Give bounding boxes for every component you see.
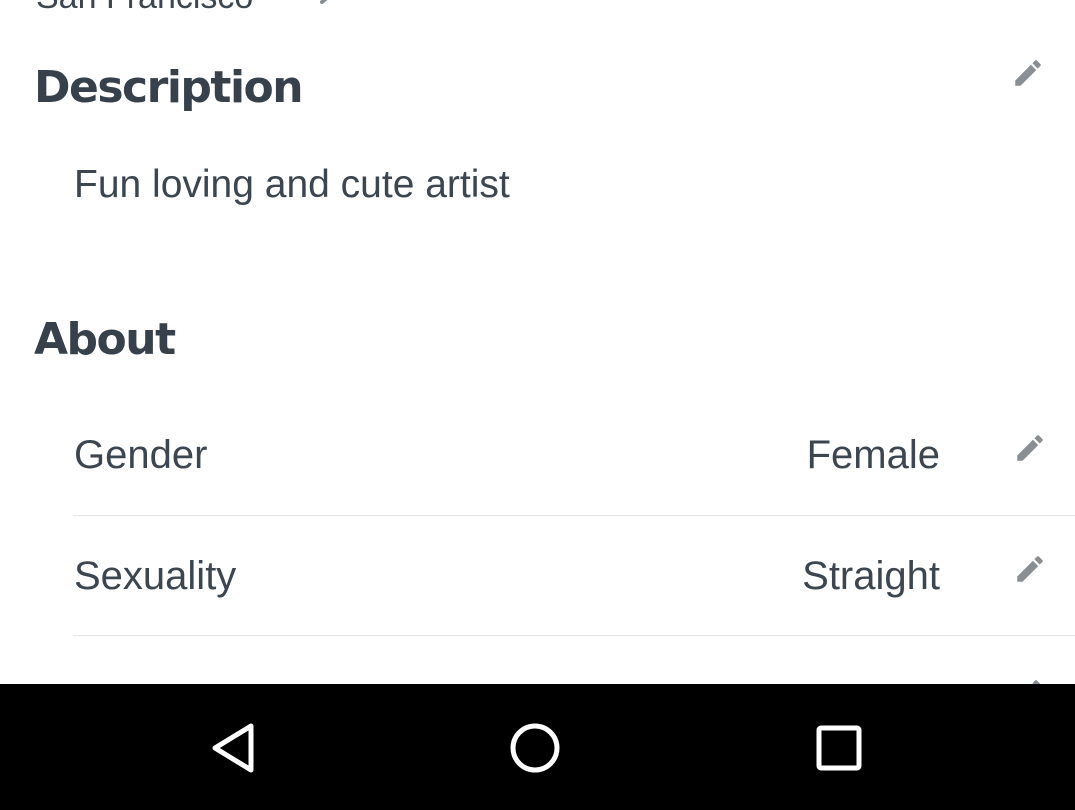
row-divider xyxy=(73,515,1075,516)
pencil-icon[interactable] xyxy=(1011,56,1045,90)
home-circle-icon[interactable] xyxy=(507,720,563,776)
about-row-sexuality[interactable]: Sexuality Straight xyxy=(0,554,1075,674)
row-label: Gender xyxy=(74,433,208,477)
recents-square-icon[interactable] xyxy=(811,720,867,776)
pencil-icon[interactable] xyxy=(1013,552,1047,586)
location-value: San Francisco xyxy=(36,0,253,17)
android-nav-bar xyxy=(0,684,1075,810)
row-value: Female xyxy=(806,433,940,477)
row-label: Sexuality xyxy=(74,554,237,598)
row-value: Straight xyxy=(802,554,940,598)
pencil-icon[interactable] xyxy=(320,0,338,4)
about-row-gender[interactable]: Gender Female xyxy=(0,433,1075,553)
about-title: About xyxy=(34,314,176,365)
row-divider xyxy=(73,635,1075,636)
pencil-icon[interactable] xyxy=(1011,676,1045,684)
description-text: Fun loving and cute artist xyxy=(74,163,510,206)
back-triangle-icon[interactable] xyxy=(207,720,263,776)
pencil-icon[interactable] xyxy=(1013,431,1047,465)
profile-content: San Francisco Description Fun loving and… xyxy=(0,0,1075,684)
description-title: Description xyxy=(34,62,304,113)
